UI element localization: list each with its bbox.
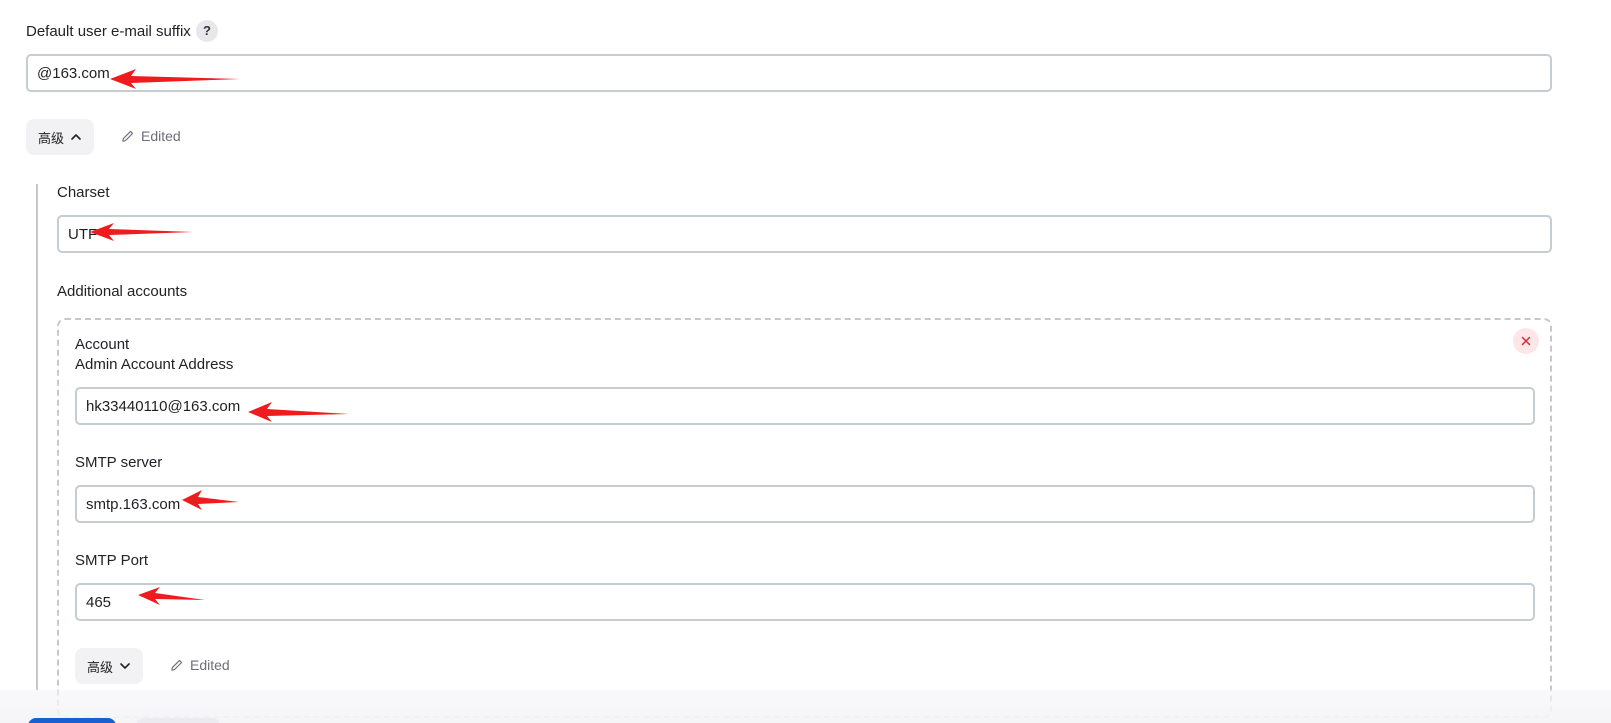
advanced-toggle-button[interactable]: 高级	[26, 119, 95, 155]
account-edited-label: Edited	[190, 657, 230, 673]
save-button[interactable]	[28, 718, 116, 723]
charset-input[interactable]	[57, 215, 1552, 253]
charset-label: Charset	[57, 184, 110, 201]
advanced-toggle-label: 高级	[38, 131, 65, 147]
pencil-icon	[171, 659, 183, 671]
email-suffix-label: Default user e-mail suffix	[26, 23, 191, 40]
chevron-down-icon	[120, 663, 130, 669]
account-advanced-toggle-label: 高级	[87, 660, 114, 676]
smtp-port-input[interactable]	[75, 583, 1535, 621]
question-icon[interactable]: ?	[196, 20, 218, 42]
account-title: Account	[75, 336, 130, 353]
jenkins-email-config-page: Default user e-mail suffix ? 高级 Edited C…	[0, 0, 1611, 723]
advanced-section-rule	[36, 184, 38, 690]
pencil-icon	[122, 130, 134, 142]
apply-button[interactable]	[136, 718, 220, 723]
admin-address-label: Admin Account Address	[75, 356, 234, 373]
account-advanced-toggle-button[interactable]: 高级	[75, 648, 144, 684]
admin-address-input[interactable]	[75, 387, 1535, 425]
chevron-up-icon	[71, 134, 81, 140]
close-icon	[1521, 336, 1531, 346]
remove-account-button[interactable]	[1513, 328, 1539, 354]
smtp-server-input[interactable]	[75, 485, 1535, 523]
edited-label: Edited	[141, 128, 181, 144]
account-edited-indicator: Edited	[169, 657, 230, 673]
bottom-action-bar	[0, 690, 1611, 723]
email-suffix-input[interactable]	[26, 54, 1552, 92]
edited-indicator: Edited	[120, 128, 181, 144]
smtp-server-label: SMTP server	[75, 454, 163, 471]
additional-accounts-label: Additional accounts	[57, 283, 188, 300]
smtp-port-label: SMTP Port	[75, 552, 149, 569]
